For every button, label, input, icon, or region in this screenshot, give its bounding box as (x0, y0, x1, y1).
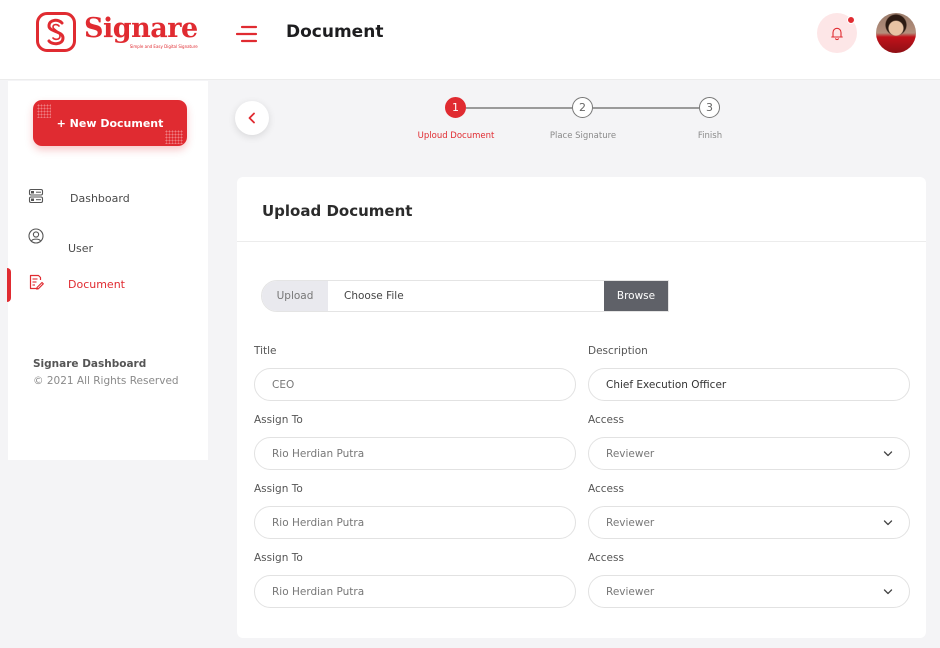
chevron-left-icon (248, 112, 255, 124)
sidebar-footer-copyright: © 2021 All Rights Reserved (33, 375, 179, 387)
divider (237, 241, 926, 242)
page-title: Document (286, 22, 384, 42)
file-choose-field[interactable]: Choose File (328, 281, 604, 311)
step-3-label: Finish (697, 131, 723, 141)
step-1-label: Uploud Document (417, 131, 495, 141)
sidebar-item-label: Dashboard (70, 191, 130, 205)
access-label: Access (588, 414, 624, 426)
assign-to-input[interactable]: Rio Herdian Putra (254, 506, 576, 539)
assign-to-input[interactable]: Rio Herdian Putra (254, 575, 576, 608)
assign-to-label: Assign To (254, 414, 303, 426)
sidebar-item-label: Document (68, 277, 125, 291)
access-value: Reviewer (606, 447, 655, 460)
sidebar-item-document[interactable]: Document (7, 268, 208, 302)
step-2-label: Place Signature (549, 131, 617, 141)
card-title: Upload Document (262, 202, 413, 220)
chevron-down-icon (883, 451, 893, 457)
stepper-connector (593, 107, 699, 109)
new-document-button[interactable]: + New Document (33, 100, 187, 146)
brand-tagline: Simple and Easy Digital Signature (129, 44, 198, 49)
access-select[interactable]: Reviewer (588, 506, 910, 539)
active-indicator (7, 268, 11, 302)
sidebar-item-dashboard[interactable]: Dashboard (8, 184, 208, 212)
document-edit-icon (29, 274, 44, 290)
title-label: Title (254, 345, 277, 357)
chevron-down-icon (883, 520, 893, 526)
bell-icon (831, 27, 843, 40)
assign-to-label: Assign To (254, 483, 303, 495)
chevron-down-icon (883, 589, 893, 595)
assign-to-value: Rio Herdian Putra (272, 447, 365, 460)
signare-logo-icon (36, 12, 76, 52)
menu-icon[interactable] (235, 25, 258, 43)
sidebar: + New Document Dashboard User Document S… (7, 81, 208, 460)
title-input[interactable]: CEO (254, 368, 576, 401)
dashboard-icon (28, 188, 44, 204)
avatar[interactable] (876, 13, 916, 53)
assign-to-label: Assign To (254, 552, 303, 564)
upload-document-card: Upload Document Upload Choose File Brows… (237, 177, 926, 638)
access-value: Reviewer (606, 585, 655, 598)
sidebar-item-user[interactable]: User (8, 227, 208, 255)
step-3-circle[interactable]: 3 (699, 97, 720, 118)
file-input-group[interactable]: Upload Choose File Browse (261, 280, 669, 312)
access-select[interactable]: Reviewer (588, 575, 910, 608)
access-select[interactable]: Reviewer (588, 437, 910, 470)
user-icon (28, 228, 44, 244)
description-label: Description (588, 345, 648, 357)
sidebar-footer-title: Signare Dashboard (33, 358, 147, 370)
top-bar: Signare Simple and Easy Digital Signatur… (0, 0, 940, 80)
browse-button[interactable]: Browse (604, 281, 668, 311)
step-2-circle[interactable]: 2 (572, 97, 593, 118)
access-label: Access (588, 552, 624, 564)
step-1-circle[interactable]: 1 (445, 97, 466, 118)
notification-dot (847, 16, 855, 24)
stepper-connector (466, 107, 572, 109)
assign-to-input[interactable]: Rio Herdian Putra (254, 437, 576, 470)
sidebar-item-label: User (68, 242, 94, 255)
notification-button[interactable] (817, 13, 857, 53)
assign-to-value: Rio Herdian Putra (272, 516, 365, 529)
back-button[interactable] (235, 101, 269, 135)
file-upload-label: Upload (262, 281, 328, 311)
assign-to-value: Rio Herdian Putra (272, 585, 365, 598)
brand-name: Signare (84, 13, 198, 44)
access-value: Reviewer (606, 516, 655, 529)
description-input[interactable]: Chief Execution Officer (588, 368, 910, 401)
brand-logo[interactable]: Signare Simple and Easy Digital Signatur… (36, 12, 198, 52)
access-label: Access (588, 483, 624, 495)
